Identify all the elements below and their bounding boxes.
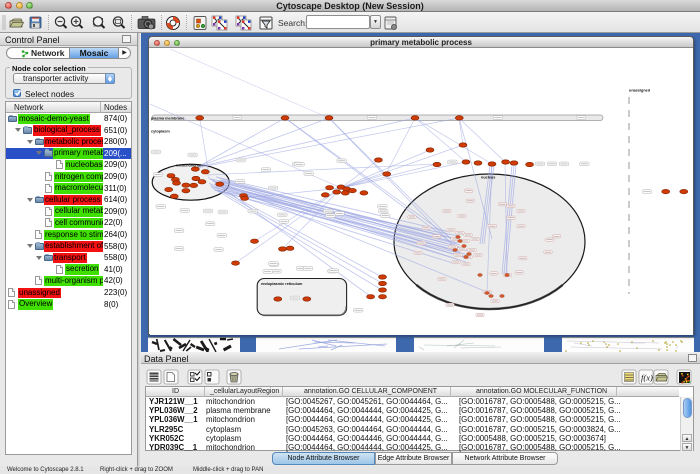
svg-text:f(x): f(x) [641,373,653,383]
svg-text:plasma membrane: plasma membrane [151,116,184,120]
svg-text:unassigned: unassigned [629,89,651,93]
svg-text:endoplasmic reticulum: endoplasmic reticulum [261,282,303,286]
svg-text:mitochondrion: mitochondrion [176,164,203,168]
svg-text:cytoplasm: cytoplasm [151,130,170,134]
svg-text:nucleus: nucleus [481,176,495,180]
